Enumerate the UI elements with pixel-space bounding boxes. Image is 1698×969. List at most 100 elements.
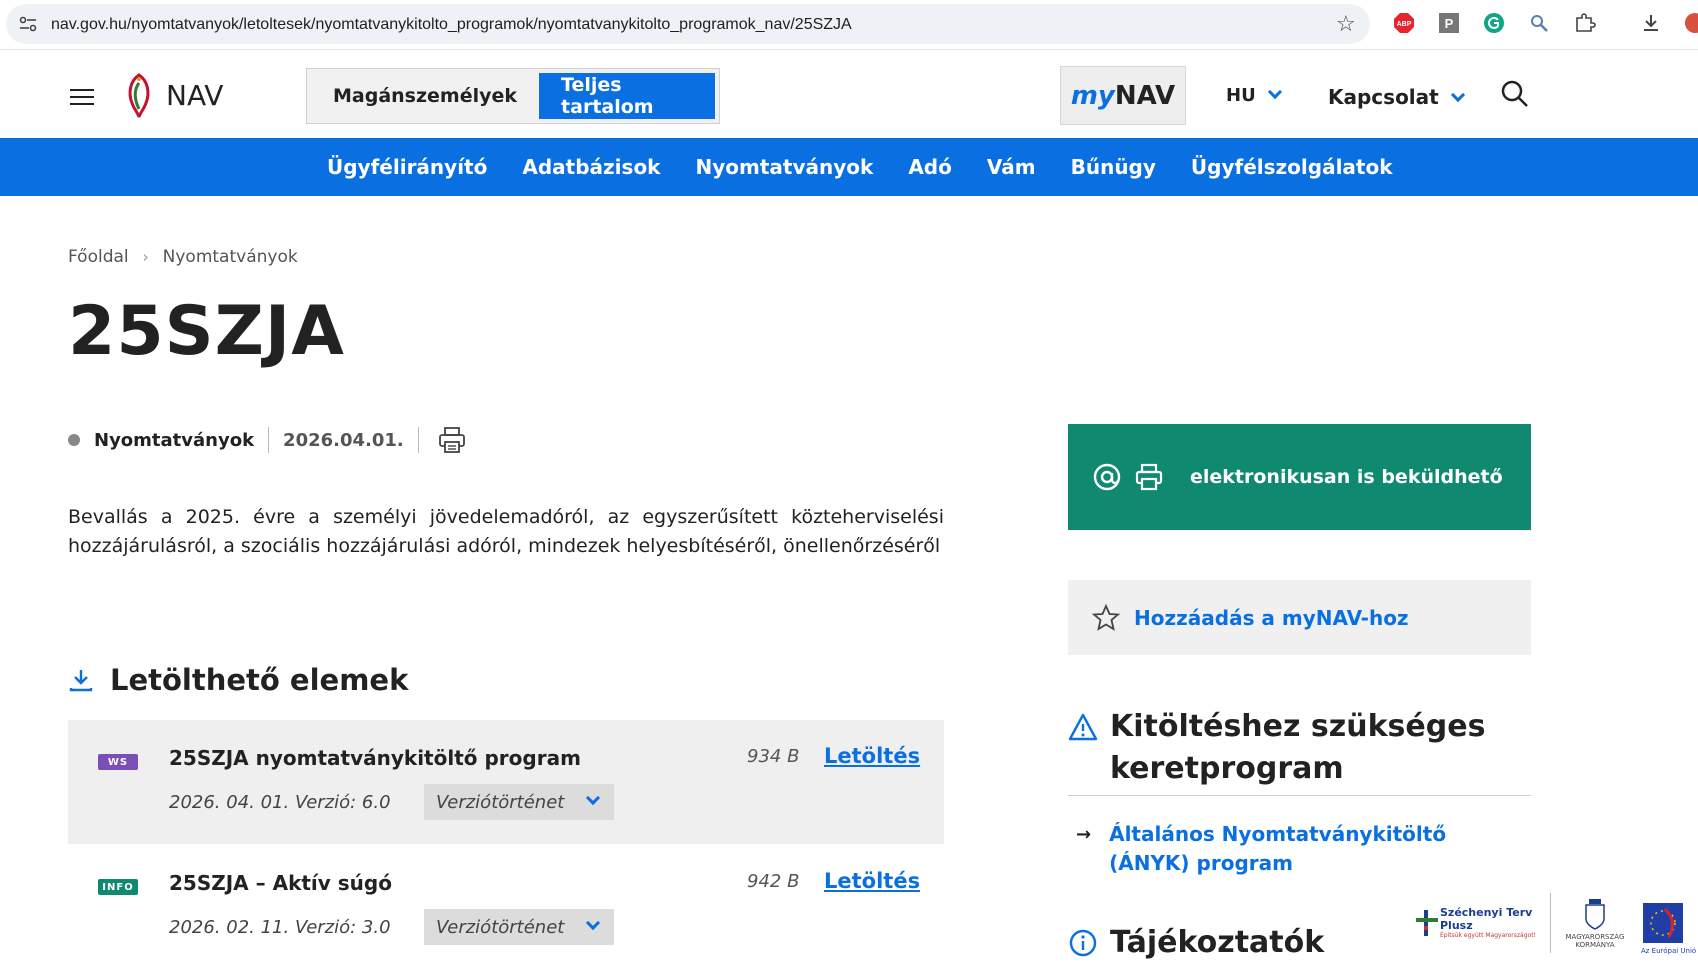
szechenyi-logo: Széchenyi Terv Plusz Építsük együtt Magy… <box>1414 906 1536 939</box>
hamburger-menu-icon[interactable] <box>70 89 94 105</box>
government-logo: MAGYARORSZÁG KORMÁNYA <box>1565 897 1625 949</box>
chevron-down-icon <box>586 915 601 931</box>
abp-label: ABP <box>1397 21 1412 28</box>
page-meta: Nyomtatványok 2026.04.01. <box>68 425 467 455</box>
szechenyi-slogan: Építsük együtt Magyarországot! <box>1440 932 1536 939</box>
downloads-heading-text: Letölthető elemek <box>110 663 409 697</box>
download-item: INFO 25SZJA – Aktív súgó 942 B Letöltés … <box>68 845 944 969</box>
category-label[interactable]: Nyomtatványok <box>94 430 254 451</box>
chevron-down-icon <box>586 790 601 806</box>
site-header: NAV Magánszemélyek Teljes tartalom my NAV… <box>0 51 1698 138</box>
version-history-button[interactable]: Verziótörténet <box>424 909 614 945</box>
add-to-mynav-label: Hozzáadás a myNAV-hoz <box>1134 605 1409 630</box>
profile-icon[interactable] <box>1684 12 1698 34</box>
main-menu: Ügyfélirányító Adatbázisok Nyomtatványok… <box>0 138 1698 196</box>
version-history-button[interactable]: Verziótörténet <box>424 784 614 820</box>
eu-flag: Az Európai Unió társfinanszírozásával <box>1641 902 1698 955</box>
file-size: 942 B <box>747 871 800 892</box>
search-icon[interactable] <box>1500 79 1530 109</box>
mynav-button[interactable]: my NAV <box>1060 66 1186 125</box>
bookmark-star-icon[interactable]: ☆ <box>1336 12 1356 37</box>
mynav-nav: NAV <box>1114 80 1176 111</box>
downloads-heading: Letölthető elemek <box>68 663 408 697</box>
at-sign-icon <box>1093 463 1121 491</box>
abp-icon[interactable]: ABP <box>1393 12 1415 34</box>
puzzle-icon[interactable] <box>1574 12 1596 34</box>
anyk-link-text: Általános Nyomtatványkitöltő (ÁNYK) prog… <box>1109 822 1447 875</box>
menu-item-vam[interactable]: Vám <box>987 155 1036 179</box>
menu-item-nyomtatvanyok[interactable]: Nyomtatványok <box>695 155 873 179</box>
electronic-submission-text: elektronikusan is beküldhető <box>1190 466 1503 488</box>
download-item-title: 25SZJA – Aktív súgó <box>169 871 392 895</box>
divider <box>417 427 419 453</box>
breadcrumb-forms[interactable]: Nyomtatványok <box>163 247 298 267</box>
address-bar[interactable]: nav.gov.hu/nyomtatvanyok/letoltesek/nyom… <box>6 4 1370 44</box>
p-icon[interactable]: P <box>1438 12 1460 34</box>
contact-menu[interactable]: Kapcsolat <box>1328 85 1465 109</box>
info-heading: Tájékoztatók <box>1068 925 1324 960</box>
framework-heading-text: Kitöltéshez szükséges keretprogram <box>1110 709 1486 786</box>
mynav-my: my <box>1070 80 1115 111</box>
eu-stars-icon <box>1650 907 1676 938</box>
sponsor-strip: Széchenyi Terv Plusz Építsük együtt Magy… <box>1414 884 1698 961</box>
contact-label: Kapcsolat <box>1328 85 1439 109</box>
url-text: nav.gov.hu/nyomtatvanyok/letoltesek/nyom… <box>51 16 852 33</box>
version-date: 2026. 04. 01. Verzió: 6.0 <box>169 792 391 813</box>
menu-item-ugyfelszolgalatok[interactable]: Ügyfélszolgálatok <box>1191 155 1393 179</box>
category-dot <box>68 434 80 446</box>
p-label: P <box>1445 16 1454 31</box>
eu-label: Az Európai Unió társfinanszírozásával <box>1640 946 1698 955</box>
download-item: WS 25SZJA nyomtatványkitöltő program 934… <box>68 720 944 844</box>
download-item-title: 25SZJA nyomtatványkitöltő program <box>169 746 581 770</box>
download-link[interactable]: Letöltés <box>824 869 920 893</box>
electronic-submission-banner: elektronikusan is beküldhető <box>1068 424 1531 530</box>
info-badge: INFO <box>98 879 138 895</box>
breadcrumb-home[interactable]: Főoldal <box>68 247 129 267</box>
szechenyi-plusz: Plusz <box>1440 919 1473 932</box>
menu-item-ugyfeliranyito[interactable]: Ügyfélirányító <box>327 155 487 179</box>
print-icon <box>1135 463 1163 491</box>
menu-item-adatbazisok[interactable]: Adatbázisok <box>522 155 660 179</box>
file-size: 934 B <box>747 746 800 767</box>
browser-toolbar: nav.gov.hu/nyomtatvanyok/letoltesek/nyom… <box>0 0 1698 50</box>
site-settings-icon[interactable] <box>18 14 38 34</box>
download-icon <box>69 670 93 692</box>
menu-item-ado[interactable]: Adó <box>908 155 952 179</box>
language-selector[interactable]: HU <box>1226 84 1282 106</box>
search-ext-icon[interactable] <box>1528 12 1550 34</box>
divider <box>1068 795 1531 796</box>
anyk-link[interactable]: → Általános Nyomtatványkitöltő (ÁNYK) pr… <box>1076 820 1509 878</box>
breadcrumb: Főoldal › Nyomtatványok <box>68 247 298 267</box>
version-date: 2026. 02. 11. Verzió: 3.0 <box>169 917 391 938</box>
chevron-down-icon <box>1450 87 1465 103</box>
page-title: 25SZJA <box>68 292 345 371</box>
add-to-mynav-button[interactable]: Hozzáadás a myNAV-hoz <box>1068 580 1531 655</box>
info-icon <box>1069 929 1097 956</box>
version-history-label: Verziótörténet <box>436 791 565 813</box>
download-icon[interactable] <box>1640 12 1662 34</box>
chevron-down-icon <box>1267 84 1282 100</box>
print-icon[interactable] <box>437 425 467 455</box>
breadcrumb-separator: › <box>142 248 149 266</box>
arrow-right-icon: → <box>1076 824 1092 845</box>
info-heading-text: Tájékoztatók <box>1110 925 1325 960</box>
version-history-label: Verziótörténet <box>436 916 565 938</box>
government-label: MAGYARORSZÁG KORMÁNYA <box>1565 932 1625 949</box>
star-icon <box>1092 603 1120 631</box>
grammarly-icon[interactable] <box>1483 12 1505 34</box>
framework-heading: Kitöltéshez szükséges keretprogram <box>1068 706 1531 790</box>
menu-item-bunugy[interactable]: Bűnügy <box>1071 155 1156 179</box>
download-link[interactable]: Letöltés <box>824 744 920 768</box>
ws-badge: WS <box>98 754 138 770</box>
divider <box>268 427 270 453</box>
coat-of-arms-icon <box>1585 898 1605 930</box>
szechenyi-title: Széchenyi Terv <box>1440 906 1533 919</box>
audience-switch: Magánszemélyek Teljes tartalom <box>306 68 720 124</box>
divider <box>1549 892 1551 953</box>
language-label: HU <box>1226 85 1256 106</box>
logo-text[interactable]: NAV <box>166 79 223 112</box>
segment-full-content[interactable]: Teljes tartalom <box>539 73 715 119</box>
segment-private[interactable]: Magánszemélyek <box>311 73 539 119</box>
warning-icon <box>1068 713 1098 741</box>
nav-logo-icon[interactable] <box>124 73 154 119</box>
